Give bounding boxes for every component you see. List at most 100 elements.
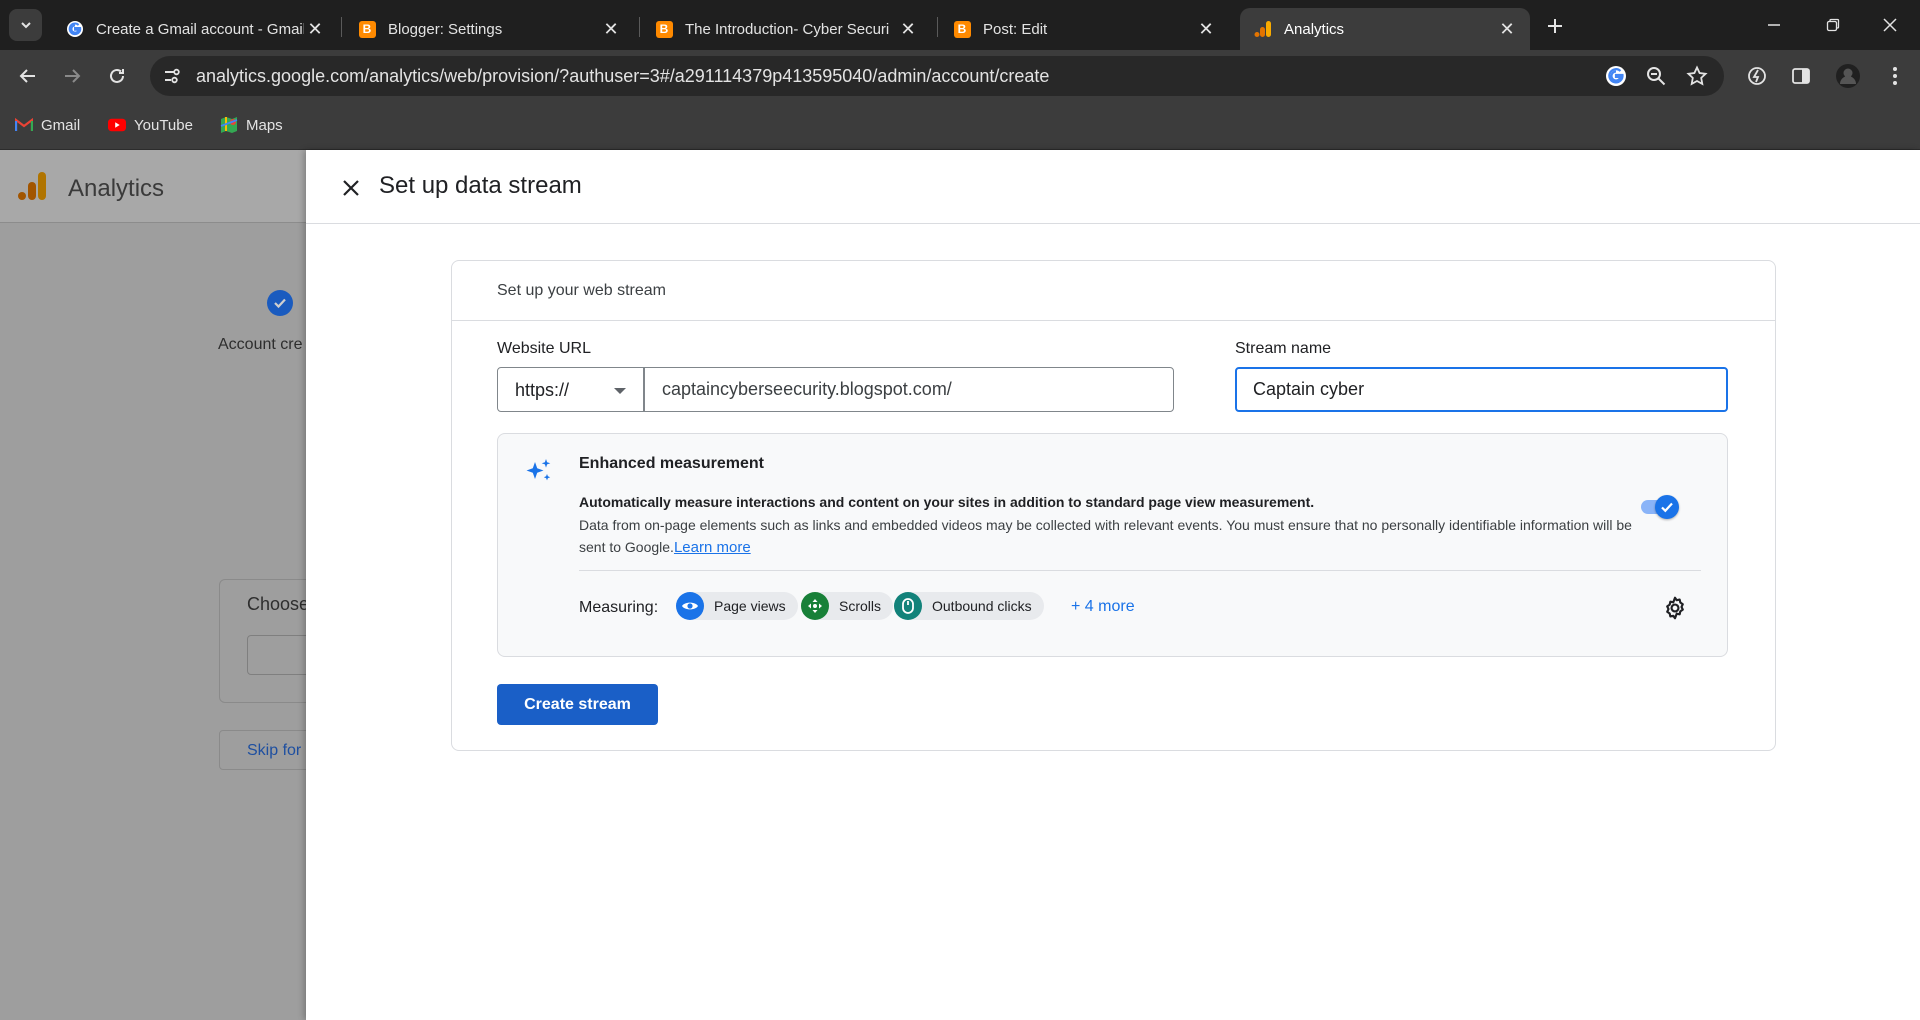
divider (579, 570, 1701, 571)
stream-name-input[interactable] (1235, 367, 1728, 412)
tab-title: Post: Edit (983, 20, 1048, 38)
youtube-icon (108, 116, 126, 134)
close-tab-icon[interactable]: ✕ (897, 18, 919, 40)
crosshair-icon (801, 592, 829, 620)
bookmark-star-icon[interactable] (1685, 64, 1709, 88)
enhanced-measurement-title: Enhanced measurement (579, 455, 764, 472)
drawer-title: Set up data stream (379, 172, 582, 199)
tab-title: Analytics (1284, 20, 1345, 38)
chip-page-views: Page views (676, 592, 798, 620)
mouse-icon (894, 592, 922, 620)
tab-blogger-settings[interactable]: B Blogger: Settings ✕ (344, 8, 634, 50)
analytics-icon (1254, 20, 1272, 38)
profile-avatar[interactable] (1833, 61, 1863, 91)
back-arrow-icon (19, 69, 35, 83)
bookmark-gmail[interactable]: Gmail (15, 116, 80, 134)
close-tab-icon[interactable]: ✕ (600, 18, 622, 40)
card-header: Set up your web stream (452, 261, 1775, 321)
learn-more-link[interactable]: Learn more (674, 539, 751, 556)
forward-button[interactable] (57, 61, 87, 91)
skip-label: Skip for (247, 742, 302, 759)
eye-icon (676, 592, 704, 620)
bookmark-label: YouTube (134, 116, 193, 134)
web-stream-card: Set up your web stream Website URL https… (451, 260, 1776, 751)
skip-button: Skip for (219, 730, 319, 770)
gmail-icon (15, 116, 33, 134)
website-url-input[interactable] (644, 367, 1174, 412)
tab-title: The Introduction- Cyber Securi (685, 20, 890, 38)
dropdown-arrow-icon (614, 388, 626, 394)
chip-scrolls: Scrolls (801, 592, 894, 620)
protocol-select[interactable]: https:// (497, 367, 644, 412)
forward-arrow-icon (65, 69, 81, 83)
tab-analytics[interactable]: Analytics ✕ (1240, 8, 1530, 50)
chip-label: Outbound clicks (932, 598, 1032, 614)
back-button[interactable] (13, 61, 43, 91)
enhanced-measurement-panel: Enhanced measurement Automatically measu… (497, 433, 1728, 657)
menu-kebab-icon[interactable] (1880, 61, 1910, 91)
stream-name-label: Stream name (1235, 340, 1332, 357)
enhanced-measurement-note: Data from on-page elements such as links… (579, 514, 1639, 559)
close-drawer-button[interactable] (337, 174, 365, 202)
tab-title: Blogger: Settings (388, 20, 503, 38)
chevron-down-icon (20, 22, 31, 29)
performance-icon[interactable] (1742, 61, 1772, 91)
background-header: Analytics (0, 150, 306, 223)
tab-title: Create a Gmail account - Gmail (96, 20, 304, 38)
address-bar[interactable]: analytics.google.com/analytics/web/provi… (150, 56, 1724, 96)
google-icon (66, 20, 84, 38)
maps-icon (220, 116, 238, 134)
gear-icon[interactable] (1662, 595, 1688, 621)
new-tab-button[interactable] (1541, 12, 1569, 40)
minimize-icon (1768, 24, 1780, 26)
background-card-title: Choose (247, 594, 310, 614)
show-more-link[interactable]: + 4 more (1071, 598, 1135, 616)
site-info-icon[interactable] (160, 64, 184, 88)
chip-label: Page views (714, 598, 786, 614)
bookmark-label: Gmail (41, 116, 81, 134)
website-url-label: Website URL (497, 340, 591, 357)
blogger-icon: B (358, 20, 376, 38)
tab-search-button[interactable] (9, 9, 42, 41)
close-tab-icon[interactable]: ✕ (1195, 18, 1217, 40)
close-icon (343, 180, 359, 196)
blogger-icon: B (953, 20, 971, 38)
url-text: analytics.google.com/analytics/web/provi… (196, 66, 1050, 86)
reload-button[interactable] (102, 61, 132, 91)
plus-icon (1548, 19, 1562, 33)
enhanced-measurement-toggle[interactable] (1641, 494, 1679, 519)
create-stream-button[interactable]: Create stream (497, 684, 658, 725)
card-title: Set up your web stream (497, 282, 666, 299)
bookmark-youtube[interactable]: YouTube (108, 116, 193, 134)
browser-tabstrip: Create a Gmail account - Gmail ✕ B Blogg… (0, 0, 1920, 50)
measuring-label: Measuring: (579, 599, 659, 616)
tab-separator (639, 17, 640, 37)
close-window-button[interactable] (1867, 0, 1913, 50)
protocol-value: https:// (515, 380, 570, 400)
close-tab-icon[interactable]: ✕ (304, 18, 326, 40)
enhanced-measurement-description: Automatically measure interactions and c… (579, 494, 1315, 510)
drawer-header: Set up data stream (306, 150, 1920, 224)
chip-outbound-clicks: Outbound clicks (894, 592, 1044, 620)
toggle-knob (1655, 495, 1679, 519)
close-tab-icon[interactable]: ✕ (1496, 18, 1518, 40)
tab-post-edit[interactable]: B Post: Edit ✕ (939, 8, 1229, 50)
restore-icon (1826, 18, 1840, 32)
restore-button[interactable] (1810, 0, 1856, 50)
app-title: Analytics (68, 175, 165, 202)
step-complete-icon (267, 290, 293, 316)
sparkle-icon (526, 459, 551, 481)
bookmark-maps[interactable]: Maps (220, 116, 283, 134)
bookmarks-bar: Gmail YouTube Maps (0, 102, 1920, 150)
close-icon (1883, 18, 1897, 32)
tab-gmail[interactable]: Create a Gmail account - Gmail ✕ (52, 8, 338, 50)
google-lens-icon[interactable] (1604, 64, 1628, 88)
analytics-logo-icon (18, 172, 46, 200)
tab-separator (341, 17, 342, 37)
tab-introduction[interactable]: B The Introduction- Cyber Securi ✕ (641, 8, 931, 50)
zoom-icon[interactable] (1644, 64, 1668, 88)
browser-toolbar: analytics.google.com/analytics/web/provi… (0, 50, 1920, 102)
minimize-button[interactable] (1751, 0, 1797, 50)
step-label: Account cre (218, 336, 303, 353)
side-panel-icon[interactable] (1786, 61, 1816, 91)
